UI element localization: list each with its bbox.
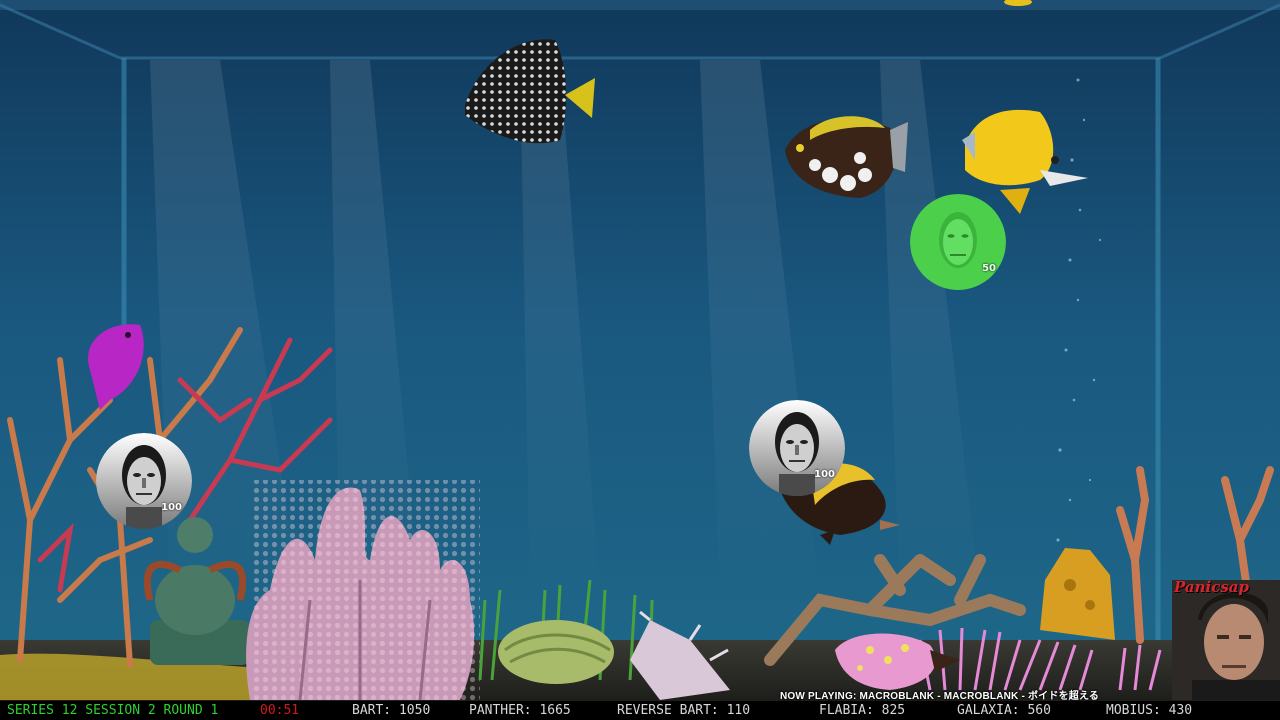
score-mobius: MOBIUS: 430	[1106, 703, 1193, 718]
streamer-face	[1172, 580, 1280, 700]
token-value: 100	[814, 469, 835, 480]
webcam-overlay: Panicsap	[1172, 580, 1280, 700]
round-timer: 00:51	[260, 703, 300, 718]
green-shell	[498, 620, 614, 684]
token-value: 100	[161, 502, 182, 513]
face-icon	[749, 400, 845, 496]
token-left[interactable]: 100	[96, 433, 192, 529]
aquarium-background	[0, 0, 1280, 720]
score-galaxia: GALAXIA: 560	[957, 703, 1051, 718]
score-reverse-bart: REVERSE BART: 110	[617, 703, 751, 718]
token-mid[interactable]: 100	[749, 400, 845, 496]
score-flabia: FLABIA: 825	[819, 703, 906, 718]
channel-logo: Panicsap	[1174, 580, 1249, 596]
score-bar: SERIES 12 SESSION 2 ROUND 1 00:51 BART: …	[0, 701, 1280, 720]
pink-finger-coral	[246, 480, 480, 701]
score-panther: PANTHER: 1665	[469, 703, 571, 718]
series-session-round: SERIES 12 SESSION 2 ROUND 1	[7, 703, 219, 718]
face-icon	[910, 194, 1006, 290]
face-icon	[96, 433, 192, 529]
aquarium-scene: 100 100 50 NOW PLAYING: MACROBLANK - MAC…	[0, 0, 1280, 720]
now-playing-text: NOW PLAYING: MACROBLANK - MACROBLANK - ボ…	[780, 691, 1100, 702]
token-green[interactable]: 50	[910, 194, 1006, 290]
token-value: 50	[982, 263, 996, 274]
score-bart: BART: 1050	[352, 703, 431, 718]
